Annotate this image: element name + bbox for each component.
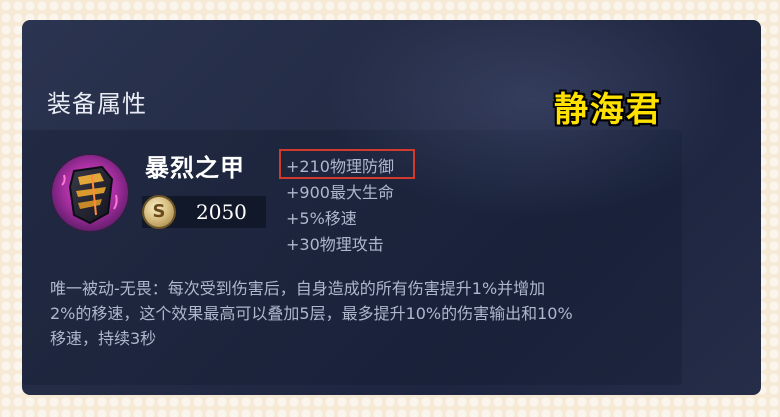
item-name: 暴烈之甲 [145, 154, 245, 182]
passive-line: 唯一被动-无畏：每次受到伤害后，自身造成的所有伤害提升1%并增加 [50, 279, 546, 298]
equipment-panel: 装备属性 静海君 暴烈之甲 S 2050 +210物理防御 +900最大生命 +… [22, 20, 761, 395]
watermark-text: 静海君 [554, 90, 662, 130]
stat-max-health: +900最大生命 [286, 183, 394, 202]
gold-coin-icon: S [144, 197, 174, 227]
stat-move-speed: +5%移速 [286, 209, 357, 228]
armor-icon [52, 155, 128, 231]
stat-physical-attack: +30物理攻击 [286, 235, 384, 254]
passive-line: 2%的移速，这个效果最高可以叠加5层，最多提升10%的伤害输出和10% [50, 304, 573, 323]
section-title: 装备属性 [47, 90, 147, 118]
page-frame: 装备属性 静海君 暴烈之甲 S 2050 +210物理防御 +900最大生命 +… [0, 0, 780, 417]
passive-description: 唯一被动-无畏：每次受到伤害后，自身造成的所有伤害提升1%并增加 2%的移速，这… [50, 276, 660, 351]
passive-line: 移速，持续3秒 [50, 329, 157, 348]
item-price: 2050 [196, 200, 247, 224]
stat-highlight-box [279, 149, 415, 179]
